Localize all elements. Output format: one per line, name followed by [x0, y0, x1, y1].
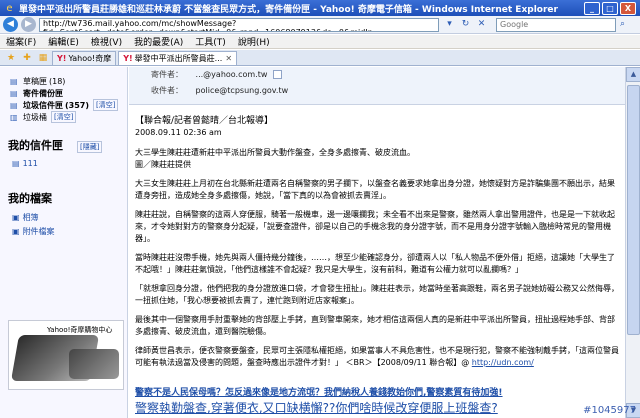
- article-paragraph: 最後其中一個警察用手肘重擊她的背部壓上手銬，直到警車開來，她才相信這兩個人真的是…: [135, 315, 615, 336]
- sidebar-folder-spam[interactable]: ▤ 垃圾信件匣 (357) [清空]: [0, 99, 127, 111]
- search-icon[interactable]: ⌕: [616, 18, 629, 31]
- menu-favorites[interactable]: 我的最愛(A): [134, 35, 183, 48]
- article-paragraph: 大三學生陳莊莊遭新莊中平派出所警員大動作盤查，全身多處擦青、破皮流血。: [135, 148, 415, 157]
- folder-icon: ▤: [10, 88, 18, 98]
- back-button[interactable]: ◀: [3, 17, 18, 32]
- article-source: 【聯合報/記者曾懿晴／台北報導】: [135, 116, 274, 126]
- window-title: 單發中平派出所警員莊勝雄和巡莊林承蔚 不當盤查民眾方式，寄件備份匣 - Yaho…: [19, 4, 558, 15]
- sidebar-item-attachments[interactable]: ▣ 附件檔案: [0, 226, 127, 237]
- article-paragraph: 陳莊莊說，自稱警察的這兩人穿便服，騎著一般機車，邊一邊嚷攔我；未全看不出來是警察…: [135, 210, 615, 243]
- sidebar-folder-sent[interactable]: ▤ 寄件備份匣: [0, 87, 127, 99]
- from-row: 寄件者： ...@yahoo.com.tw: [151, 69, 282, 80]
- add-contact-icon[interactable]: [272, 70, 282, 79]
- folder-icon: ▤: [10, 76, 18, 86]
- sidebar-item-111[interactable]: ▤ 111: [0, 159, 127, 168]
- url-input[interactable]: http://tw736.mail.yahoo.com/mc/showMessa…: [39, 17, 439, 32]
- article-paragraph: 大三女生陳莊莊上月初在台北縣新莊遭兩名自稱警察的男子攔下，以盤查名義要求她拿出身…: [135, 179, 615, 200]
- article-paragraph: 「就想拿回身分證，他們把我的身分證放進口袋，才會發生扭扯」。陳莊莊表示，她當時坐…: [135, 284, 619, 305]
- address-bar: ◀ ▶ http://tw736.mail.yahoo.com/mc/showM…: [0, 16, 640, 34]
- tab-yahoo[interactable]: Y! Yahoo!奇摩: [52, 51, 117, 65]
- message-view: 寄件者： ...@yahoo.com.tw 收件者： police@tcpsun…: [129, 67, 625, 418]
- empty-trash-button[interactable]: [清空]: [51, 111, 77, 123]
- photo-icon: ▣: [12, 213, 20, 222]
- to-label: 收件者：: [151, 86, 183, 95]
- menu-view[interactable]: 檢視(V): [91, 35, 122, 48]
- article-paragraph: 律師黃世昌表示，便衣警察要盤查，民眾可主張隱私權拒絕，如果當事人不具危害性，也不…: [135, 345, 619, 369]
- folder-icon: ▤: [12, 159, 20, 168]
- photos-label: 相簿: [22, 213, 39, 222]
- folder-label: 垃圾桶: [23, 112, 47, 122]
- yahoo-logo-icon: Y!: [57, 54, 67, 63]
- minimize-button[interactable]: _: [584, 1, 600, 15]
- folder-label: 寄件備份匣: [23, 88, 63, 98]
- hide-folders-button[interactable]: [隱藏]: [77, 141, 103, 153]
- folder-icon: ▤: [10, 100, 18, 110]
- scroll-thumb[interactable]: [627, 85, 640, 335]
- message-header: 寄件者： ...@yahoo.com.tw 收件者： police@tcpsun…: [129, 67, 625, 105]
- empty-spam-button[interactable]: [清空]: [93, 99, 119, 111]
- my-folders-header: 我的信件匣 [隱藏]: [0, 137, 127, 153]
- article-caption: 圖／陳莊莊提供: [135, 160, 191, 169]
- phone-image: [69, 349, 119, 379]
- folder-label: 垃圾信件匣: [23, 100, 63, 110]
- menu-bar: 檔案(F) 編輯(E) 檢視(V) 我的最愛(A) 工具(T) 說明(H): [0, 35, 640, 49]
- folder-label: 111: [22, 159, 38, 168]
- favorites-star-icon[interactable]: ★: [4, 52, 18, 64]
- message-body: 【聯合報/記者曾懿晴／台北報導】 2008.09.11 02:36 am 大三學…: [135, 115, 619, 376]
- dropdown-icon[interactable]: ▾: [443, 18, 456, 31]
- sidebar-folder-drafts[interactable]: ▤ 草稿匣 (18): [0, 75, 127, 87]
- tab-label: 舉發中平派出所警員莊...: [134, 54, 223, 63]
- yahoo-logo-icon: Y!: [123, 54, 133, 63]
- trash-icon: ▥: [10, 112, 18, 122]
- search-input[interactable]: [496, 17, 616, 32]
- folder-count: (357): [65, 100, 90, 110]
- window-titlebar: e 單發中平派出所警員莊勝雄和巡莊林承蔚 不當盤查民眾方式，寄件備份匣 - Ya…: [0, 0, 640, 16]
- sidebar-item-photos[interactable]: ▣ 相簿: [0, 212, 127, 223]
- from-value: ...@yahoo.com.tw: [195, 70, 268, 79]
- shopping-ad[interactable]: Yahoo!奇摩購物中心: [8, 320, 124, 390]
- window-controls: _ □ X: [584, 1, 636, 15]
- comment-link-large[interactable]: 警察執勤盤查,穿著便衣,又口缺横懈??你們啥時候改穿便服上班盤查?: [135, 399, 498, 416]
- tab-label: Yahoo!奇摩: [68, 54, 112, 63]
- to-value: police@tcpsung.gov.tw: [195, 86, 289, 95]
- my-folders-title: 我的信件匣: [8, 139, 63, 152]
- article-source-tail: ＜BR＞【2008/09/11 聯合報】@: [345, 358, 470, 367]
- menu-tools[interactable]: 工具(T): [195, 35, 226, 48]
- tab-list-icon[interactable]: ▦: [36, 52, 50, 64]
- forward-button[interactable]: ▶: [21, 17, 36, 32]
- folder-label: 草稿匣: [23, 76, 47, 86]
- menu-help[interactable]: 說明(H): [238, 35, 270, 48]
- add-favorite-icon[interactable]: ✚: [20, 52, 34, 64]
- watermark: #1045977: [583, 405, 636, 416]
- attachment-icon: ▣: [12, 227, 20, 236]
- tab-bar: ★ ✚ ▦ Y! Yahoo!奇摩 Y! 舉發中平派出所警員莊... ✕: [0, 50, 640, 66]
- comment-link[interactable]: 警察不是人民保母嗎？怎反過來像是地方流氓？我們納稅人養錢教始你們,警察素質有待加…: [135, 385, 503, 398]
- tab-message[interactable]: Y! 舉發中平派出所警員莊... ✕: [118, 51, 238, 65]
- maximize-button[interactable]: □: [602, 1, 618, 15]
- folder-count: (18): [49, 76, 66, 86]
- refresh-icon[interactable]: ↻: [459, 18, 472, 31]
- vertical-scrollbar[interactable]: ▲ ▼: [625, 67, 640, 418]
- tab-close-icon[interactable]: ✕: [225, 54, 232, 63]
- menu-edit[interactable]: 編輯(E): [48, 35, 79, 48]
- article-date: 2008.09.11 02:36 am: [135, 128, 222, 137]
- my-files-header: 我的檔案: [0, 190, 127, 206]
- scroll-up-icon[interactable]: ▲: [626, 67, 640, 82]
- to-row: 收件者： police@tcpsung.gov.tw: [151, 85, 288, 96]
- article-paragraph: 當時陳莊莊沒帶手機，她先與兩人僵持幾分鐘後，……，想至少能確認身分，卻遭兩人以「…: [135, 253, 615, 274]
- my-files-title: 我的檔案: [8, 192, 52, 205]
- menu-file[interactable]: 檔案(F): [6, 35, 36, 48]
- stop-icon[interactable]: ✕: [475, 18, 488, 31]
- mail-sidebar: ▤ 草稿匣 (18) ▤ 寄件備份匣 ▤ 垃圾信件匣 (357) [清空] ▥ …: [0, 67, 128, 418]
- from-label: 寄件者：: [151, 70, 183, 79]
- ad-title: Yahoo!奇摩購物中心: [47, 326, 113, 334]
- close-button[interactable]: X: [620, 1, 636, 15]
- udn-link[interactable]: http://udn.com/: [472, 358, 534, 367]
- sidebar-folder-trash[interactable]: ▥ 垃圾桶 [清空]: [0, 111, 127, 123]
- attachments-label: 附件檔案: [22, 227, 55, 236]
- ie-icon: e: [6, 2, 13, 14]
